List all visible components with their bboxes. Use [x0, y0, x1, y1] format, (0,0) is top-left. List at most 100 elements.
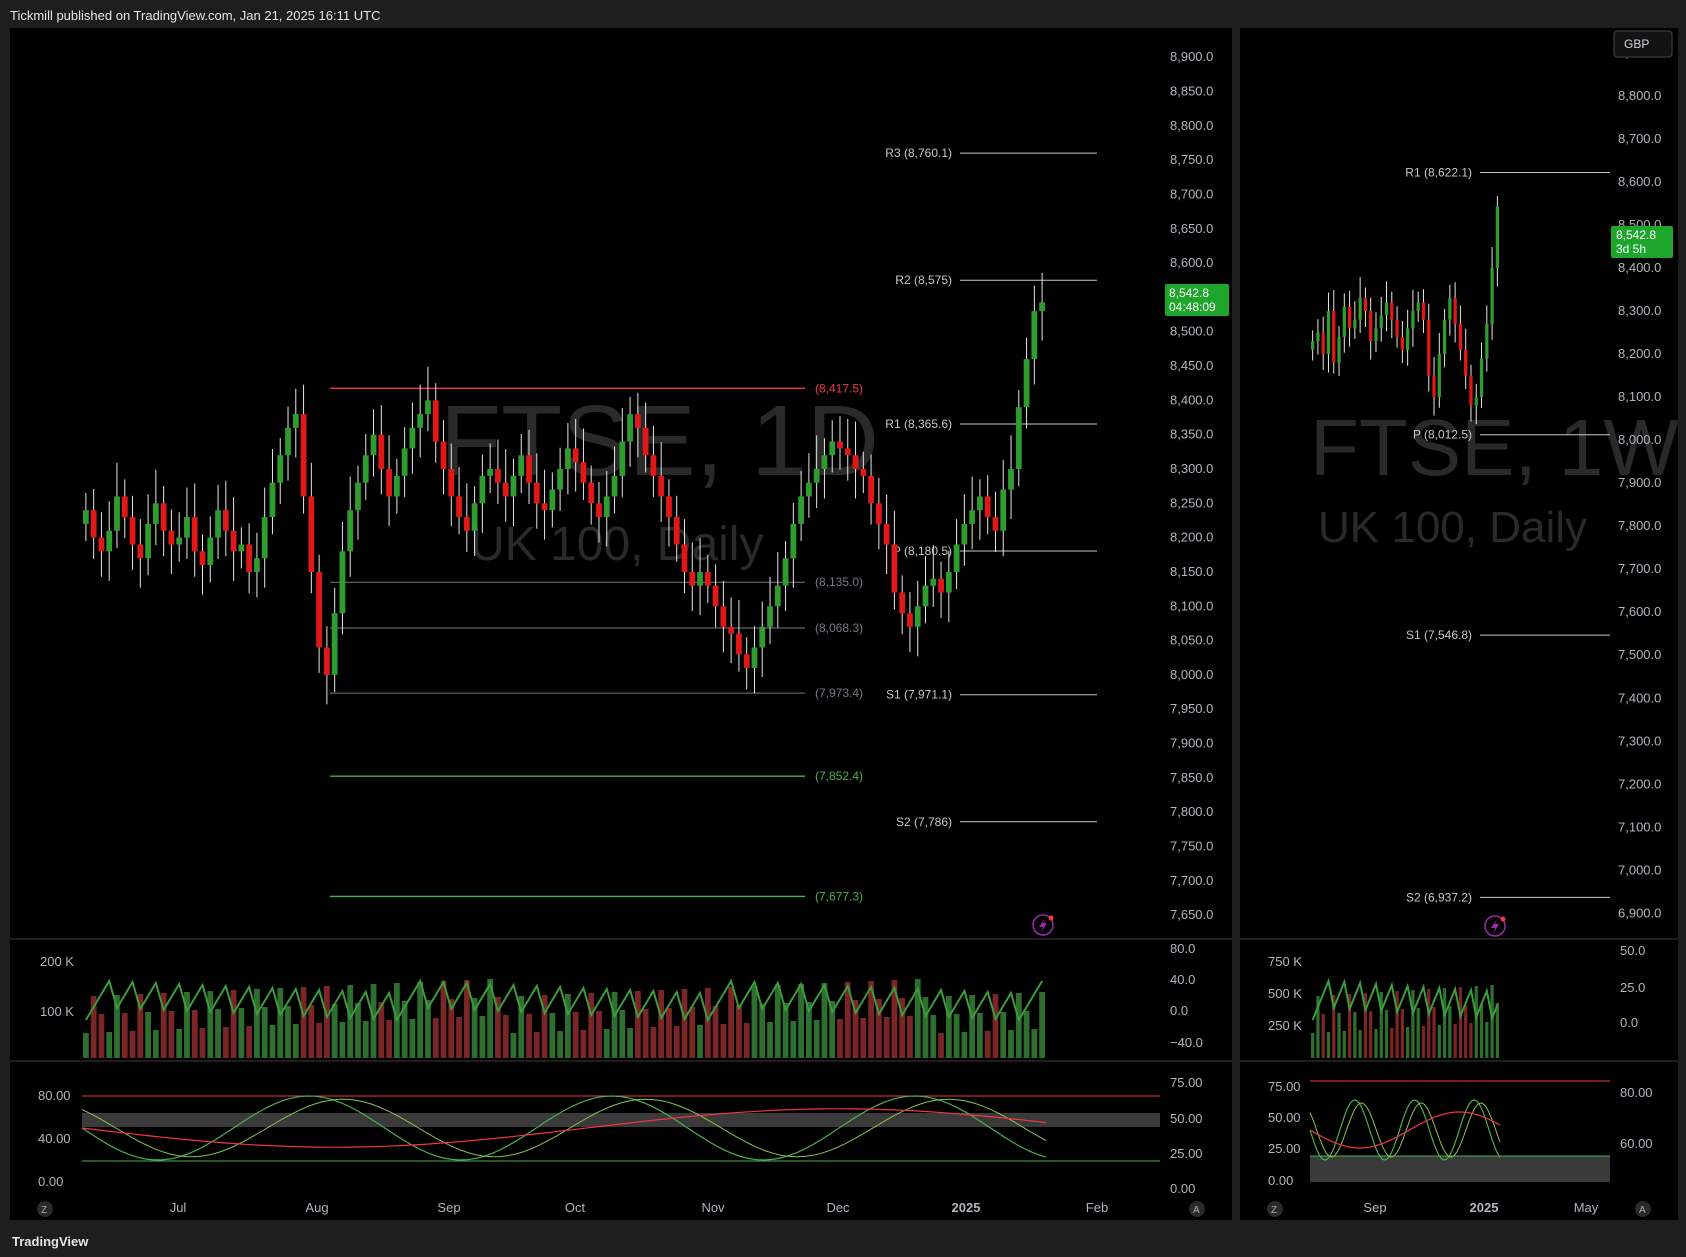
right-log-scale-button[interactable]: Z	[1267, 1201, 1283, 1217]
price-tick-label: 7,950.0	[1170, 701, 1213, 716]
candle-body	[1406, 328, 1410, 350]
right-watermark-subtitle: UK 100, Daily	[1318, 503, 1587, 552]
candle-body	[1379, 315, 1383, 329]
price-tick-label: 7,700.0	[1170, 873, 1213, 888]
oscillator-tick-label: 50.0	[1620, 943, 1645, 958]
price-tick-label: 7,650.0	[1170, 907, 1213, 922]
candle-body	[1495, 206, 1499, 269]
volume-bar	[121, 1013, 128, 1058]
candle-body	[588, 482, 595, 504]
candle-body	[1400, 336, 1404, 350]
candle-body	[1390, 302, 1394, 320]
price-tick-label: 8,100.0	[1170, 598, 1213, 613]
volume-bar	[634, 991, 641, 1058]
volume-bar	[992, 994, 999, 1058]
candle-body	[1421, 302, 1426, 320]
price-tick-label: 8,700.0	[1170, 186, 1213, 201]
candle-body	[930, 578, 937, 586]
candle-body	[1416, 302, 1420, 312]
candle-body	[580, 462, 587, 483]
candle-body	[230, 530, 237, 552]
volume-bar	[1411, 990, 1415, 1058]
level-label: (8,135.0)	[815, 575, 863, 589]
candle-body	[432, 400, 439, 442]
volume-tick-label: 750 K	[1268, 954, 1302, 969]
candle-body	[611, 475, 618, 497]
candle-body	[969, 510, 976, 524]
level-label: (7,677.3)	[815, 889, 863, 903]
footer-bar: TradingView	[0, 1226, 1686, 1257]
price-tick-label: 8,500.0	[1170, 324, 1213, 339]
candle-body	[992, 517, 999, 531]
price-tick-label: 8,800.0	[1170, 118, 1213, 133]
volume-bar	[930, 1015, 937, 1058]
candle-body	[821, 455, 828, 469]
left-log-scale-button[interactable]: Z	[37, 1201, 53, 1217]
candle-body	[114, 496, 120, 531]
candle-body	[471, 503, 478, 531]
volume-bar	[533, 1032, 540, 1058]
volume-bar	[984, 1031, 991, 1058]
volume-bar	[238, 1008, 245, 1058]
right-stoch-pane[interactable]	[1240, 1062, 1678, 1220]
candle-body	[152, 503, 159, 524]
candle-body	[510, 475, 517, 497]
volume-bar	[627, 1028, 633, 1058]
left-auto-scale-button[interactable]: A	[1189, 1201, 1205, 1217]
candle-body	[83, 510, 89, 524]
volume-bar	[1479, 1004, 1484, 1058]
candle-body	[1369, 311, 1373, 342]
price-tick-label: 6,900.0	[1618, 905, 1661, 920]
candle-body	[875, 503, 882, 524]
stoch-right-tick-label: 25.00	[1170, 1146, 1203, 1161]
svg-text:Z: Z	[41, 1205, 47, 1216]
volume-bar	[417, 982, 424, 1058]
candle-body	[1008, 468, 1014, 490]
volume-bar	[1358, 1030, 1362, 1058]
volume-bar	[945, 996, 952, 1058]
price-tick-label: 8,750.0	[1170, 152, 1213, 167]
tradingview-logo[interactable]: TradingView	[12, 1234, 88, 1249]
candle-body	[813, 468, 820, 483]
volume-bar	[1406, 1027, 1410, 1058]
oscillator-tick-label: −40.0	[1170, 1035, 1203, 1050]
candle-body	[798, 496, 804, 524]
candle-body	[401, 448, 408, 476]
pivot-label: R2 (8,575)	[895, 273, 952, 287]
volume-bar	[1008, 1030, 1014, 1058]
candle-body	[207, 537, 214, 566]
right-auto-scale-button[interactable]: A	[1635, 1201, 1651, 1217]
pivot-label: S2 (7,786)	[896, 815, 952, 829]
candle-body	[666, 496, 672, 518]
volume-bar	[751, 986, 758, 1058]
chart-canvas[interactable]: FTSE, 1D UK 100, Daily FTSE, 1W UK 100, …	[0, 0, 1686, 1257]
volume-bar	[743, 1023, 750, 1058]
volume-bar	[1384, 1010, 1389, 1058]
left-stoch-pane[interactable]	[10, 1062, 1232, 1220]
volume-bar	[510, 1033, 517, 1058]
currency-badge[interactable]: GBP	[1613, 30, 1673, 58]
candle-body	[456, 496, 462, 518]
stoch-tick-label: 80.00	[38, 1088, 71, 1103]
oscillator-tick-label: 80.0	[1170, 941, 1195, 956]
candle-body	[1039, 302, 1045, 312]
candle-body	[347, 510, 354, 552]
volume-bar	[1453, 1024, 1457, 1058]
price-tick-label: 7,800.0	[1618, 518, 1661, 533]
candle-body	[658, 475, 665, 497]
candle-body	[774, 585, 781, 607]
volume-bar	[1474, 986, 1478, 1058]
candle-body	[487, 468, 494, 476]
price-tick-label: 8,150.0	[1170, 564, 1213, 579]
price-tick-label: 8,400.0	[1170, 392, 1213, 407]
volume-bar	[222, 1027, 229, 1058]
candle-body	[1316, 332, 1320, 342]
candle-body	[254, 558, 260, 572]
volume-bar	[207, 991, 214, 1058]
candle-body	[106, 530, 113, 552]
candle-body	[704, 571, 711, 586]
volume-bar	[961, 1032, 968, 1058]
candle-body	[277, 455, 284, 483]
volume-bar	[588, 993, 595, 1058]
right-price-axis[interactable]: 8,900.08,800.08,700.08,600.08,500.08,400…	[1618, 45, 1661, 920]
